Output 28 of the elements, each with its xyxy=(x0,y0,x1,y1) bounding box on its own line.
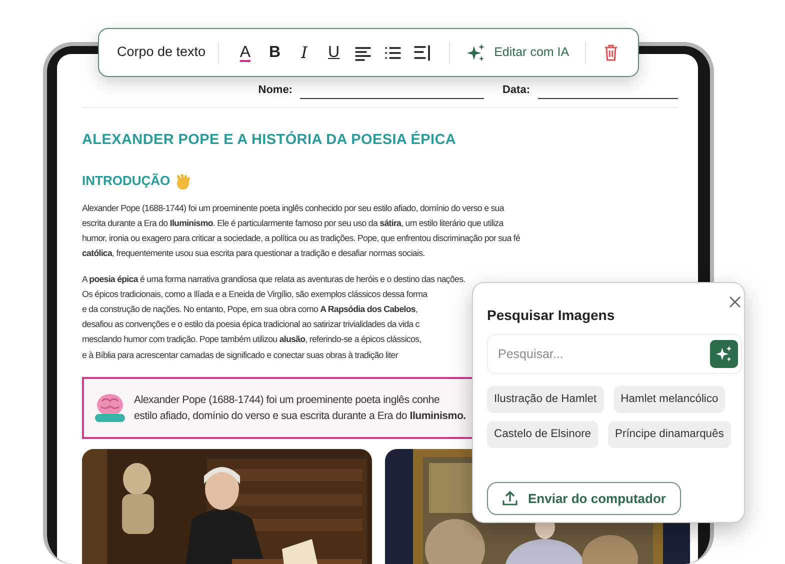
align-left-icon[interactable] xyxy=(354,44,372,60)
suggestion-chip[interactable]: Ilustração de Hamlet xyxy=(487,386,604,413)
line-spacing-icon[interactable] xyxy=(413,44,432,60)
suggestion-chip[interactable]: Castelo de Elsinore xyxy=(487,420,598,448)
panel-title: Pesquisar Imagens xyxy=(487,306,616,325)
callout-text: Alexander Pope (1688-1744) foi um proeminente poeta inglês conhe estilo afiado, domínio do verso e sua escrita durante a Era do Iluminismo. xyxy=(134,392,466,424)
field-label: Nome: xyxy=(258,83,292,98)
waving-hand-icon xyxy=(174,174,192,190)
edit-with-ai-button[interactable]: Editar com IA xyxy=(462,42,574,62)
italic-button[interactable]: I xyxy=(290,38,320,68)
text-style-label[interactable]: Corpo de texto xyxy=(117,42,206,63)
ai-search-button[interactable] xyxy=(710,340,738,368)
underline-button[interactable]: U xyxy=(319,38,349,68)
sparkle-icon xyxy=(715,345,733,363)
paragraph: A poesia épica é uma forma narrativa grandiosa que relata as aventuras de heróis e o destino das nações. Os épicos tradicionais, como a Ilíada e a Eneida de Virgílio, são exemplos clássicos dessa forma e da construção de nações. No entanto, Pope, em sua obra como A Rapsódia dos Cabelos, desafiou as convenções e o estilo da poesia épica tradicional ao satirizar trivialidades da vida c mesclando humor com tradição. Pope também utilizou alusão, referindo-se a épicos clássicos, e à Bíblia para acrescentar camadas de significado e conectar suas obras à tradição liter xyxy=(82,272,466,362)
text-color-button[interactable]: A xyxy=(230,38,260,68)
upload-button[interactable]: Enviar do computador xyxy=(487,482,681,516)
paragraph: Alexander Pope (1688-1744) foi um proeminente poeta inglês conhecido por seu estilo afiado, domínio do verso e sua escrita durante a Era do Iluminismo. Ele é particularmente famoso por seu uso da sátira, um estilo literário que utiliza humor, ironia ou exagero para criticar a sociedade, a política ou as tradições. Pope, que enfrentou discriminação por sua fé católica, frequentemente usou sua escrita para questionar a tradição e desafiar normas sociais. xyxy=(82,202,520,260)
bold-button[interactable]: B xyxy=(260,38,290,68)
field-label: Data: xyxy=(502,83,530,98)
suggestion-chip[interactable]: Príncipe dinamarquês xyxy=(608,420,731,448)
document-title: ALEXANDER POPE E A HISTÓRIA DA POESIA ÉPICA xyxy=(82,130,458,150)
upload-icon xyxy=(502,490,518,506)
search-field[interactable]: Pesquisar... xyxy=(487,334,742,374)
section-heading: INTRODUÇÃO xyxy=(82,172,170,190)
sparkle-icon xyxy=(466,42,486,62)
suggestion-chip[interactable]: Hamlet melancólico xyxy=(614,386,726,413)
bullet-list-icon[interactable] xyxy=(384,46,402,60)
